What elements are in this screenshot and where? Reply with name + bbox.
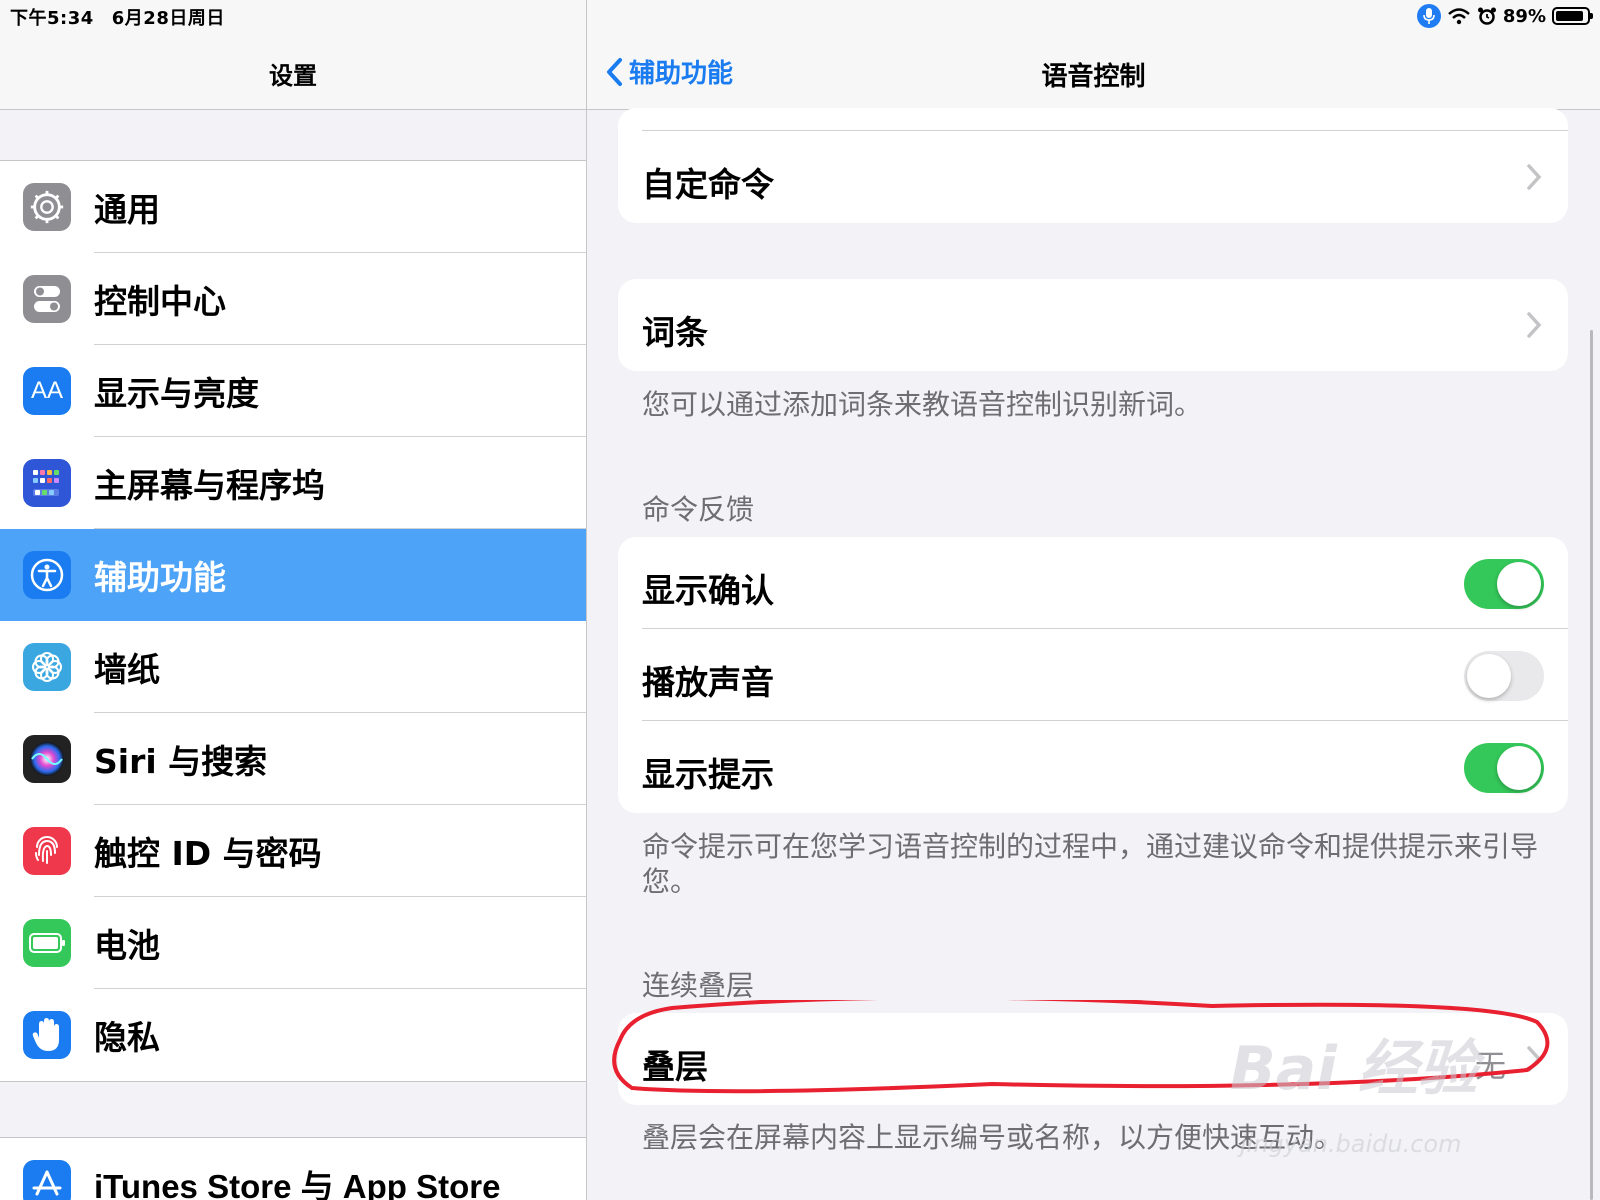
show-hints-toggle[interactable] xyxy=(1464,743,1544,793)
sidebar-item-label: 辅助功能 xyxy=(94,558,226,597)
chevron-right-icon xyxy=(1527,312,1542,338)
sidebar-item-label: 墙纸 xyxy=(94,650,160,689)
pane-divider xyxy=(586,0,587,1200)
fingerprint-icon xyxy=(23,827,71,875)
sidebar-item-general[interactable]: 通用 xyxy=(0,161,586,253)
show-hints-row: 显示提示 xyxy=(618,721,1568,813)
sidebar-title: 设置 xyxy=(269,62,317,90)
sidebar-item-label: 电池 xyxy=(94,926,160,965)
status-bar-left: 下午5:34 6月28日周日 xyxy=(10,4,243,30)
overlay-label: 叠层 xyxy=(642,1047,708,1086)
sidebar-item-label: 控制中心 xyxy=(94,282,226,321)
show-confirmation-label: 显示确认 xyxy=(642,571,774,610)
sidebar-item-label: Siri 与搜索 xyxy=(94,742,268,781)
sidebar-item-label: 显示与亮度 xyxy=(94,374,259,413)
watermark-brand: Bai 经验 xyxy=(1230,1034,1478,1104)
show-hints-label: 显示提示 xyxy=(642,755,774,794)
show-confirmation-toggle[interactable] xyxy=(1464,559,1544,609)
feedback-card: 显示确认 播放声音 显示提示 xyxy=(618,537,1568,813)
baidu-watermark-url: jingyan.baidu.com xyxy=(1240,1130,1462,1158)
vocabulary-label: 词条 xyxy=(642,313,708,352)
sidebar-item-control-center[interactable]: 控制中心 xyxy=(0,253,586,345)
sidebar-item-privacy[interactable]: 隐私 xyxy=(0,989,586,1081)
sidebar-item-label: 通用 xyxy=(94,190,160,229)
toggle-knob xyxy=(1467,654,1511,698)
sidebar-group-main: 通用 控制中心 AA 显示与亮度 主屏幕与程序坞 辅助功能 墙纸 Siri 与搜… xyxy=(0,160,586,1082)
status-time: 下午5:34 xyxy=(10,8,94,29)
custom-commands-row[interactable]: 自定命令 xyxy=(618,131,1568,223)
chevron-right-icon xyxy=(1527,164,1542,190)
sidebar-group-store: iTunes Store 与 App Store xyxy=(0,1137,586,1200)
microphone-icon xyxy=(1416,4,1441,28)
status-battery-icon xyxy=(1552,7,1593,25)
siri-icon xyxy=(23,735,71,783)
settings-sidebar: 设置 通用 控制中心 AA 显示与亮度 主屏幕与程序坞 辅助功能 墙纸 Siri… xyxy=(0,0,586,1200)
text-size-glyph: AA xyxy=(30,377,63,404)
vocabulary-row[interactable]: 词条 xyxy=(618,279,1568,371)
sidebar-item-label: 触控 ID 与密码 xyxy=(94,834,322,873)
show-confirmation-row: 显示确认 xyxy=(618,537,1568,629)
sidebar-item-itunes-app-store[interactable]: iTunes Store 与 App Store xyxy=(0,1138,586,1200)
vocabulary-footer: 您可以通过添加词条来教语音控制识别新词。 xyxy=(642,388,1203,421)
chevron-right-icon xyxy=(1527,1046,1542,1072)
sidebar-item-display-brightness[interactable]: AA 显示与亮度 xyxy=(0,345,586,437)
baidu-watermark: Bai 经验 xyxy=(1230,1020,1478,1107)
feedback-footer: 命令提示可在您学习语音控制的过程中，通过建议命令和提供提示来引导您。 xyxy=(642,830,1539,898)
gear-icon xyxy=(23,183,71,231)
alarm-icon xyxy=(1477,7,1496,25)
scroll-indicator[interactable] xyxy=(1590,330,1593,1200)
overlay-value: 无 xyxy=(1475,1049,1506,1085)
sidebar-item-battery[interactable]: 电池 xyxy=(0,897,586,989)
accessibility-icon xyxy=(23,551,71,599)
status-bar-right: 89% xyxy=(1416,3,1593,29)
toggle-knob xyxy=(1497,746,1541,790)
toggle-knob xyxy=(1497,562,1541,606)
custom-commands-card: 自定命令 xyxy=(618,108,1568,223)
sidebar-item-label: 隐私 xyxy=(94,1018,160,1057)
text-size-icon: AA xyxy=(23,367,71,415)
status-date: 6月28日周日 xyxy=(111,8,225,29)
page-title: 语音控制 xyxy=(1041,62,1146,92)
sidebar-item-touch-id-passcode[interactable]: 触控 ID 与密码 xyxy=(0,805,586,897)
sidebar-item-wallpaper[interactable]: 墙纸 xyxy=(0,621,586,713)
sidebar-item-label: iTunes Store 与 App Store xyxy=(94,1168,501,1200)
play-sound-toggle[interactable] xyxy=(1464,651,1544,701)
sidebar-item-accessibility[interactable]: 辅助功能 xyxy=(0,529,586,621)
battery-percent: 89% xyxy=(1502,5,1546,27)
vocabulary-card: 词条 xyxy=(618,279,1568,371)
flower-icon xyxy=(23,643,71,691)
play-sound-label: 播放声音 xyxy=(642,663,774,702)
hand-icon xyxy=(23,1011,71,1059)
app-grid-icon xyxy=(23,459,71,507)
overlay-section-header: 连续叠层 xyxy=(642,969,755,1002)
custom-commands-label: 自定命令 xyxy=(642,165,774,204)
wifi-icon xyxy=(1448,8,1470,25)
app-store-icon xyxy=(23,1160,71,1200)
play-sound-row: 播放声音 xyxy=(618,629,1568,721)
sidebar-item-siri-search[interactable]: Siri 与搜索 xyxy=(0,713,586,805)
switches-icon xyxy=(23,275,71,323)
battery-icon xyxy=(23,919,71,967)
sidebar-item-label: 主屏幕与程序坞 xyxy=(94,466,325,505)
feedback-section-header: 命令反馈 xyxy=(642,493,755,526)
sidebar-item-home-screen-dock[interactable]: 主屏幕与程序坞 xyxy=(0,437,586,529)
battery-level xyxy=(1556,11,1583,21)
